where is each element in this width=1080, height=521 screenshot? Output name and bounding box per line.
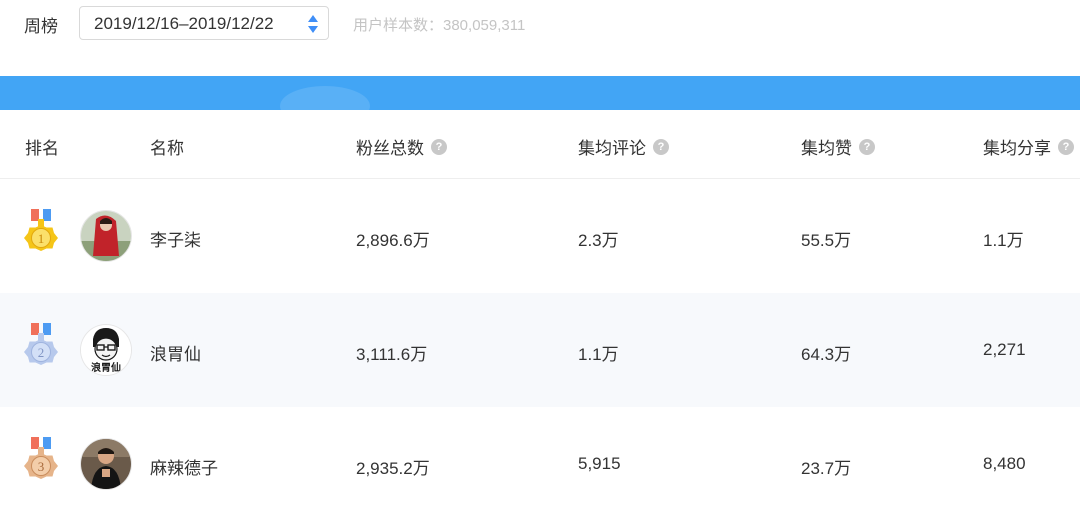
- avatar[interactable]: [81, 211, 131, 261]
- shares-value: 1.1万: [983, 231, 1024, 250]
- shares-value: 2,271: [983, 340, 1026, 359]
- table-row[interactable]: 3 麻辣德子 2,935.2万 5,915 23.7万 8,480: [0, 407, 1080, 521]
- comments-value: 1.1万: [578, 345, 619, 364]
- col-shares: 集均分享 ?: [983, 134, 1074, 159]
- svg-text:2: 2: [38, 345, 45, 360]
- svg-text:1: 1: [38, 231, 45, 246]
- comments-value: 2.3万: [578, 231, 619, 250]
- silver-medal-icon: 2: [24, 323, 58, 365]
- fans-value: 2,896.6万: [356, 231, 430, 250]
- avatar[interactable]: 浪胃仙: [81, 325, 131, 375]
- shares-value: 8,480: [983, 454, 1026, 473]
- table-header: 排名 名称 粉丝总数 ? 集均评论 ? 集均赞 ? 集均分享 ?: [0, 110, 1080, 179]
- col-comments: 集均评论 ?: [578, 134, 669, 159]
- likes-value: 23.7万: [801, 459, 852, 478]
- svg-text:浪胃仙: 浪胃仙: [91, 361, 121, 374]
- avatar[interactable]: [81, 439, 131, 489]
- header-banner: [0, 76, 1080, 126]
- fans-value: 2,935.2万: [356, 459, 430, 478]
- col-fans: 粉丝总数 ?: [356, 134, 447, 159]
- comments-value: 5,915: [578, 454, 621, 473]
- creator-name[interactable]: 李子柒: [150, 226, 201, 251]
- filter-bar: 周榜 2019/12/16–2019/12/22 用户样本数：380,059,3…: [0, 0, 1080, 50]
- help-icon[interactable]: ?: [859, 138, 875, 155]
- sample-count: 用户样本数：380,059,311: [353, 17, 526, 34]
- creator-name[interactable]: 浪胃仙: [150, 340, 201, 365]
- table-row[interactable]: 2 浪胃仙 浪胃仙 3,111.6万 1.1万 64.3万 2,271: [0, 293, 1080, 407]
- likes-value: 55.5万: [801, 231, 852, 250]
- creator-name[interactable]: 麻辣德子: [150, 454, 218, 479]
- help-icon[interactable]: ?: [431, 138, 447, 155]
- col-likes: 集均赞 ?: [801, 134, 875, 159]
- table-row[interactable]: 1 李子柒 2,896.6万 2.3万 55.5万 1.1万: [0, 179, 1080, 293]
- date-range-select[interactable]: 2019/12/16–2019/12/22: [79, 6, 329, 40]
- help-icon[interactable]: ?: [1058, 138, 1074, 155]
- likes-value: 64.3万: [801, 345, 852, 364]
- period-label: 周榜: [24, 17, 58, 36]
- date-range-value: 2019/12/16–2019/12/22: [94, 14, 274, 33]
- bronze-medal-icon: 3: [24, 437, 58, 479]
- gold-medal-icon: 1: [24, 209, 58, 251]
- fans-value: 3,111.6万: [356, 345, 428, 364]
- svg-text:3: 3: [38, 459, 45, 474]
- col-name: 名称: [150, 139, 184, 158]
- col-rank: 排名: [25, 139, 59, 158]
- help-icon[interactable]: ?: [653, 138, 669, 155]
- select-arrows-icon: [308, 15, 318, 33]
